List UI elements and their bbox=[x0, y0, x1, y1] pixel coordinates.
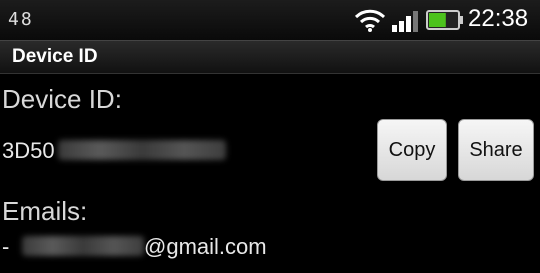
device-id-redaction bbox=[58, 140, 226, 160]
email-domain: @gmail.com bbox=[144, 234, 267, 259]
signal-icon bbox=[392, 10, 422, 36]
status-bar: 48 22:38 bbox=[0, 0, 540, 40]
share-button[interactable]: Share bbox=[458, 119, 534, 181]
email-item-prefix: - bbox=[2, 234, 10, 259]
device-id-label: Device ID: bbox=[2, 84, 122, 114]
device-id-value: 3D50 bbox=[2, 138, 55, 163]
status-indicator: 48 bbox=[8, 9, 34, 30]
page-title: Device ID bbox=[12, 46, 98, 67]
wifi-icon bbox=[354, 8, 386, 36]
battery-icon bbox=[426, 10, 464, 34]
title-bar: Device ID bbox=[0, 40, 540, 74]
email-redaction bbox=[22, 236, 144, 256]
copy-button[interactable]: Copy bbox=[377, 119, 447, 181]
emails-label: Emails: bbox=[2, 196, 88, 226]
status-clock: 22:38 bbox=[468, 5, 529, 32]
